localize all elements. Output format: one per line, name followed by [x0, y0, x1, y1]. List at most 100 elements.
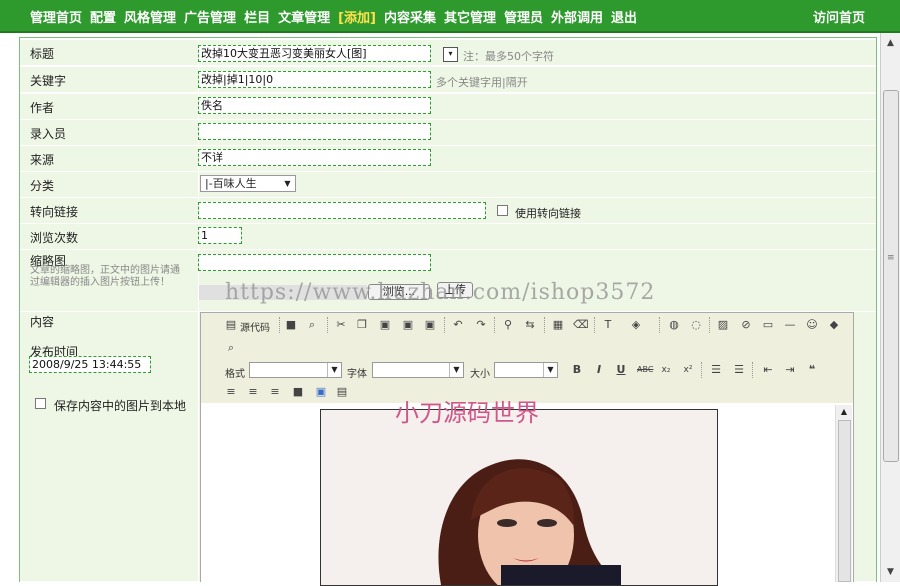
indent-icon[interactable]: ⇥	[783, 363, 797, 377]
editor-toolbar: ▤ 源代码 ■ ⌕ ✂ ❐ ▣ ▣ ▣ ↶ ↷ ⚲ ⇆ ▦ ⌫ T ◈ ◍ ◌ …	[201, 313, 853, 403]
find-icon[interactable]: ⚲	[501, 318, 515, 332]
text-color-icon[interactable]: T	[601, 318, 615, 332]
views-label: 浏览次数	[30, 231, 79, 245]
paste-word-icon[interactable]: ▣	[423, 318, 437, 332]
editor-scrollbar[interactable]: ▲	[835, 405, 852, 582]
toolbar-separator	[327, 317, 331, 333]
page-scrollbar[interactable]: ▲ ≡ ▼	[880, 33, 900, 582]
nav-external[interactable]: 外部调用	[551, 7, 603, 26]
nav-articles[interactable]: 文章管理	[278, 7, 330, 26]
source-input[interactable]: 不详	[198, 149, 431, 166]
eraser-icon[interactable]: ⌫	[573, 318, 589, 332]
editor-content-area[interactable]	[201, 404, 853, 586]
blockquote-icon[interactable]: ❝	[805, 363, 819, 377]
bold-icon[interactable]: B	[570, 363, 584, 377]
nav-config[interactable]: 配置	[90, 7, 116, 26]
title-picker-icon[interactable]: ▾	[443, 47, 458, 62]
block-icon[interactable]: ▣	[314, 385, 328, 399]
row-category: 分类	[20, 172, 876, 198]
underline-icon[interactable]: U	[614, 363, 628, 377]
category-select[interactable]: |-百味人生 ▼	[200, 175, 296, 192]
nav-logout[interactable]: 退出	[611, 7, 637, 26]
flash-icon[interactable]: ⊘	[739, 318, 753, 332]
bg-color-icon[interactable]: ◈	[629, 318, 643, 332]
redirect-label: 转向链接	[30, 205, 79, 219]
source-label: 来源	[30, 153, 55, 167]
title-input[interactable]: 改掉10大变丑恶习变美丽女人[图]	[198, 45, 431, 62]
replace-icon[interactable]: ⇆	[523, 318, 537, 332]
image-icon[interactable]: ▨	[716, 318, 730, 332]
copy-icon[interactable]: ❐	[355, 318, 369, 332]
undo-icon[interactable]: ↶	[451, 318, 465, 332]
save-images-checkbox[interactable]	[35, 398, 46, 409]
cut-icon[interactable]: ✂	[334, 318, 348, 332]
row-editor: 录入员	[20, 120, 876, 146]
save-icon[interactable]: ■	[284, 318, 298, 332]
format-label: 格式	[225, 369, 245, 380]
nav-columns[interactable]: 栏目	[244, 7, 270, 26]
nav-collect[interactable]: 内容采集	[384, 7, 436, 26]
editor-input[interactable]	[198, 123, 431, 140]
title-label: 标题	[30, 47, 55, 61]
author-input[interactable]: 佚名	[198, 97, 431, 114]
nav-add[interactable]: [添加]	[338, 7, 376, 26]
redo-icon[interactable]: ↷	[474, 318, 488, 332]
strikethrough-icon[interactable]: ABC	[637, 363, 653, 377]
nav-ads[interactable]: 广告管理	[184, 7, 236, 26]
smiley-icon[interactable]: ☺	[805, 318, 819, 332]
keyword-hint: 多个关键字用|隔开	[436, 76, 528, 89]
format-select[interactable]: ▼	[249, 362, 342, 378]
paste-icon[interactable]: ▣	[378, 318, 392, 332]
div-icon[interactable]: ▤	[335, 385, 349, 399]
thumb-input[interactable]	[198, 254, 431, 271]
ordered-list-icon[interactable]: ☰	[709, 363, 723, 377]
toolbar-separator	[709, 317, 713, 333]
article-photo	[320, 409, 718, 586]
align-center-icon[interactable]: ≡	[246, 385, 260, 399]
justify-icon[interactable]: ■	[291, 385, 305, 399]
toolbar-separator	[659, 317, 663, 333]
scroll-up-icon[interactable]: ▲	[881, 35, 900, 52]
align-right-icon[interactable]: ≡	[268, 385, 282, 399]
nav-home[interactable]: 管理首页	[30, 7, 82, 26]
publish-time-input[interactable]: 2008/9/25 13:44:55	[29, 356, 151, 373]
subscript-icon[interactable]: x₂	[659, 363, 673, 377]
horizontal-rule-icon[interactable]: —	[783, 318, 797, 332]
title-hint: 注：最多50个字符	[463, 50, 554, 63]
table-icon[interactable]: ▭	[761, 318, 775, 332]
chevron-down-icon: ▼	[284, 179, 291, 188]
unlink-icon[interactable]: ◌	[689, 318, 703, 332]
views-input[interactable]: 1	[198, 227, 242, 244]
superscript-icon[interactable]: x²	[681, 363, 695, 377]
scroll-down-icon[interactable]: ▼	[881, 564, 900, 581]
scroll-up-icon[interactable]: ▲	[836, 407, 852, 416]
editor-scroll-thumb[interactable]	[838, 420, 851, 582]
chevron-down-icon: ▼	[543, 363, 557, 377]
nav-other[interactable]: 其它管理	[444, 7, 496, 26]
chevron-down-icon: ▼	[327, 363, 341, 377]
nav-admins[interactable]: 管理员	[504, 7, 543, 26]
scroll-thumb[interactable]	[883, 90, 899, 462]
font-select[interactable]: ▼	[372, 362, 464, 378]
source-code-icon[interactable]: ▤	[224, 318, 238, 332]
link-icon[interactable]: ◍	[667, 318, 681, 332]
italic-icon[interactable]: I	[592, 363, 606, 377]
preview-icon[interactable]: ⌕	[305, 318, 319, 332]
source-code-label[interactable]: 源代码	[240, 319, 270, 334]
save-images-label: 保存内容中的图片到本地	[54, 399, 187, 413]
nav-style[interactable]: 风格管理	[124, 7, 176, 26]
select-all-icon[interactable]: ▦	[551, 318, 565, 332]
unordered-list-icon[interactable]: ☰	[732, 363, 746, 377]
redirect-input[interactable]	[198, 202, 486, 219]
align-left-icon[interactable]: ≡	[224, 385, 238, 399]
redirect-checkbox[interactable]	[497, 205, 508, 216]
toolbar-separator	[701, 362, 705, 378]
maximize-icon[interactable]: ⌕	[224, 341, 238, 355]
outdent-icon[interactable]: ⇤	[761, 363, 775, 377]
special-char-icon[interactable]: ◆	[827, 318, 841, 332]
size-label: 大小	[470, 369, 490, 380]
size-select[interactable]: ▼	[494, 362, 558, 378]
keyword-input[interactable]: 改掉|掉1|10|0	[198, 71, 431, 88]
paste-text-icon[interactable]: ▣	[401, 318, 415, 332]
visit-home-link[interactable]: 访问首页	[813, 7, 865, 26]
